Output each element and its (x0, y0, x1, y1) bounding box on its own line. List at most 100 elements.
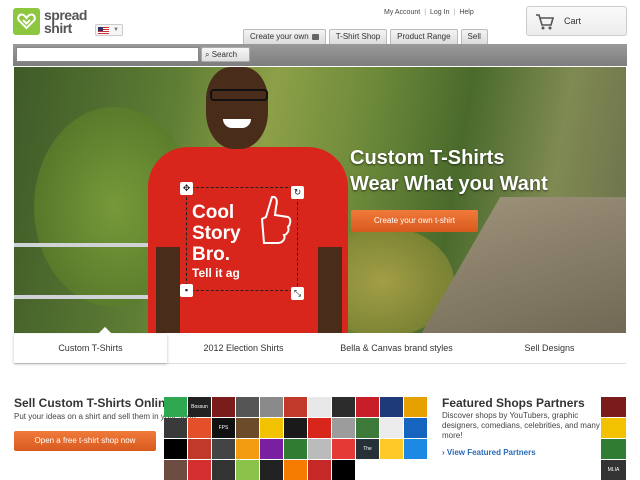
hero-banner: Cool Story Bro. Tell it ag ✥ ↻ ▪ ⤡ Custo… (14, 67, 626, 333)
tab-label: Custom T-Shirts (58, 343, 123, 353)
partner-logo-tile[interactable] (188, 460, 211, 480)
cart-icon (536, 13, 555, 29)
log-in-link[interactable]: Log In (430, 9, 449, 16)
partner-logo-tile[interactable] (164, 397, 187, 417)
partner-logo-tile[interactable] (308, 418, 331, 438)
search-input[interactable] (16, 47, 199, 62)
sell-section-title: Sell Custom T-Shirts Online (14, 396, 173, 410)
spreadshirt-logo[interactable]: spread shirt (13, 8, 87, 35)
partner-logo-tile[interactable] (380, 418, 403, 438)
tab-custom-tshirts[interactable]: Custom T-Shirts (14, 326, 167, 363)
delete-handle-icon[interactable]: ▪ (180, 284, 193, 297)
logo-text: spread shirt (44, 8, 87, 36)
partner-logo-tile[interactable] (236, 397, 259, 417)
partner-logo-tile[interactable] (601, 439, 626, 459)
partner-logo-tile[interactable] (380, 439, 403, 459)
partner-logo-tile[interactable] (380, 397, 403, 417)
partner-logo-tile[interactable]: The Names (356, 439, 379, 459)
rotate-handle-icon[interactable]: ↻ (291, 186, 304, 199)
partner-logo-tile[interactable] (212, 439, 235, 459)
create-tshirt-button[interactable]: Create your own t-shirt (351, 210, 478, 232)
hero-model: Cool Story Bro. Tell it ag ✥ ↻ ▪ ⤡ (148, 67, 348, 333)
partner-logo-tile[interactable] (164, 460, 187, 480)
tab-2012-election-shirts[interactable]: 2012 Election Shirts (167, 334, 320, 363)
hero-headline: Custom T-Shirts Wear What you Want (350, 145, 548, 197)
chevron-right-icon: › (442, 448, 445, 457)
tab-bella-canvas-styles[interactable]: Bella & Canvas brand styles (320, 334, 473, 363)
partner-logo-tile[interactable] (188, 439, 211, 459)
partner-logo-tile[interactable] (284, 397, 307, 417)
partner-logo-tile[interactable] (601, 418, 626, 438)
partner-logo-tile[interactable]: MLIA (601, 460, 626, 480)
partner-logo-tile[interactable] (308, 460, 331, 480)
partner-logo-tile[interactable] (284, 418, 307, 438)
partner-logo-tile[interactable] (332, 397, 355, 417)
partner-logo-tile[interactable] (356, 397, 379, 417)
country-selector[interactable]: ▼ (95, 24, 123, 36)
partner-logo-tile[interactable]: FPS (212, 418, 235, 438)
logo-heart-icon (13, 8, 40, 35)
featured-link-label: View Featured Partners (446, 448, 536, 457)
shirt-print-line: Story (192, 223, 241, 244)
partner-logo-tile[interactable] (164, 418, 187, 438)
partner-logo-tile[interactable] (212, 460, 235, 480)
partner-logo-mosaic: BossunFPS The Names (164, 397, 431, 480)
shirt-print-small: Tell it ag (192, 266, 240, 280)
hero-headline-line1: Custom T-Shirts (350, 147, 505, 169)
nav-tab-product-range[interactable]: Product Range (390, 29, 458, 44)
view-featured-partners-link[interactable]: › View Featured Partners (442, 448, 536, 457)
partner-logo-tile[interactable] (236, 418, 259, 438)
us-flag-icon (98, 26, 109, 34)
partner-logo-tile[interactable] (404, 439, 427, 459)
partner-logo-tile[interactable] (356, 418, 379, 438)
my-account-link[interactable]: My Account (384, 9, 420, 16)
model-glasses (210, 89, 268, 101)
partner-logo-tile[interactable] (308, 439, 331, 459)
partner-logo-column: MLIA (601, 397, 627, 480)
search-icon: ⌕ (205, 50, 210, 59)
tab-sell-designs[interactable]: Sell Designs (473, 334, 626, 363)
partner-logo-tile[interactable] (332, 439, 355, 459)
page: spread shirt ▼ My Account | Log In | Hel… (0, 0, 640, 480)
partner-logo-tile[interactable] (404, 397, 427, 417)
partner-logo-tile[interactable]: Bossun (188, 397, 211, 417)
chevron-down-icon: ▼ (113, 27, 119, 33)
nav-tab-create-your-own[interactable]: Create your own (243, 29, 326, 44)
main-nav: Create your own T-Shirt Shop Product Ran… (243, 29, 491, 44)
partner-logo-tile[interactable] (404, 418, 427, 438)
help-link[interactable]: Help (459, 9, 473, 16)
partner-logo-tile[interactable] (601, 397, 626, 417)
search-button[interactable]: ⌕ Search (201, 47, 250, 62)
model-arm (156, 247, 180, 333)
nav-tab-sell[interactable]: Sell (460, 29, 488, 44)
thumbs-up-icon (260, 195, 292, 244)
resize-handle-icon[interactable]: ⤡ (291, 287, 304, 300)
search-button-label: Search (211, 50, 238, 59)
featured-title: Featured Shops Partners (442, 396, 585, 410)
partner-logo-tile[interactable] (332, 418, 355, 438)
partner-logo-tile[interactable] (164, 439, 187, 459)
nav-tab-label: Create your own (250, 32, 309, 41)
partner-logo-tile[interactable] (332, 460, 355, 480)
partner-logo-tile[interactable] (260, 418, 283, 438)
cart-button[interactable]: Cart (526, 6, 627, 36)
model-head (206, 67, 268, 149)
top-links: My Account | Log In | Help (384, 9, 478, 16)
partner-logo-tile[interactable] (308, 397, 331, 417)
shirt-print-line: Cool (192, 202, 235, 223)
move-handle-icon[interactable]: ✥ (180, 182, 193, 195)
partner-logo-tile[interactable] (284, 460, 307, 480)
tshirt-icon (311, 33, 319, 40)
partner-logo-tile[interactable] (260, 460, 283, 480)
partner-logo-tile[interactable] (212, 397, 235, 417)
partner-logo-tile[interactable] (236, 439, 259, 459)
partner-logo-tile[interactable] (284, 439, 307, 459)
partner-logo-tile[interactable] (260, 397, 283, 417)
nav-tab-tshirt-shop[interactable]: T-Shirt Shop (328, 29, 388, 44)
partner-logo-tile[interactable] (260, 439, 283, 459)
logo-line2: shirt (44, 19, 72, 36)
partner-logo-tile[interactable] (188, 418, 211, 438)
partner-logo-tile[interactable] (236, 460, 259, 480)
cart-label: Cart (564, 16, 582, 26)
open-shop-button[interactable]: Open a free t-shirt shop now (14, 431, 156, 451)
